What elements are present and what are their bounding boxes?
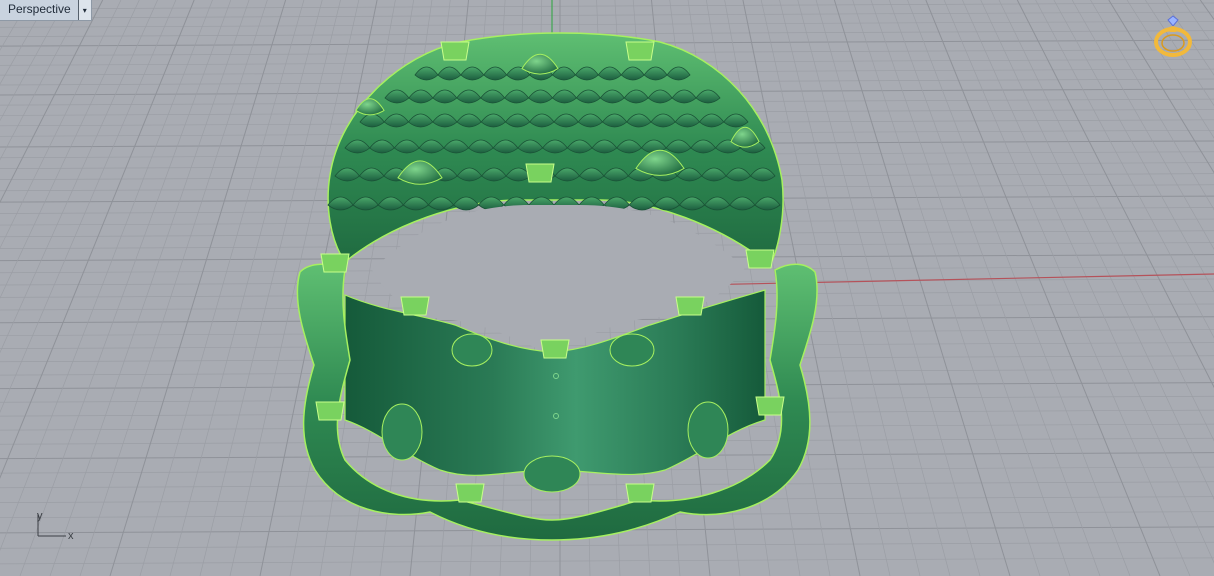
inner-oval	[687, 401, 729, 459]
ring-prong	[315, 401, 345, 421]
ring-prong	[525, 163, 555, 183]
ring-with-gem-icon[interactable]	[1152, 14, 1194, 60]
ring-prong	[625, 483, 655, 503]
perspective-viewport[interactable]: Perspective ▾ y x	[0, 0, 1214, 576]
ring-prong	[625, 41, 655, 61]
viewport-title-tab[interactable]: Perspective ▾	[0, 0, 92, 21]
ring-prong	[540, 339, 570, 359]
viewport-name[interactable]: Perspective	[0, 0, 78, 20]
inner-oval	[451, 333, 493, 367]
inner-oval	[609, 333, 655, 367]
inner-oval	[381, 403, 423, 461]
viewport-menu-arrow-icon[interactable]: ▾	[77, 0, 91, 20]
ring-prong	[320, 253, 350, 273]
ring-prong	[455, 483, 485, 503]
inner-oval	[523, 455, 581, 493]
ring-prong	[440, 41, 470, 61]
world-axis-widget: y x	[30, 508, 80, 544]
ring-prong	[755, 396, 785, 416]
ring-prong	[675, 296, 705, 316]
viewport-scene[interactable]	[0, 0, 1214, 576]
ring-prong	[745, 249, 775, 269]
axis-x-label: x	[68, 530, 74, 542]
ring-prong	[400, 296, 430, 316]
axis-y-label: y	[37, 510, 43, 522]
